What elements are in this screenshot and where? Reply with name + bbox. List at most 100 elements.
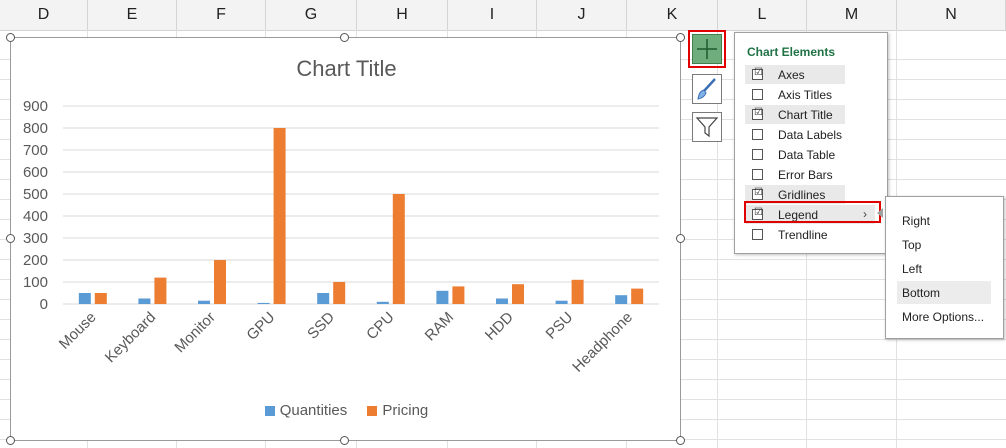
- legend-swatch-quantities: [264, 405, 275, 416]
- legend-item-highlight: [744, 201, 881, 223]
- column-header-m[interactable]: M: [807, 0, 897, 30]
- x-tick-label-psu: PSU: [543, 309, 577, 343]
- column-header-e[interactable]: E: [88, 0, 177, 30]
- axes-checkbox[interactable]: ☑: [752, 67, 763, 80]
- column-header-h[interactable]: H: [357, 0, 448, 30]
- axes-label: Axes: [778, 68, 805, 82]
- trendline-label: Trendline: [778, 228, 828, 242]
- resize-handle-middle-left[interactable]: [6, 234, 15, 243]
- bar-quantities-cpu: [376, 301, 389, 304]
- resize-handle-middle-right[interactable]: [676, 234, 685, 243]
- chart-element-axis-titles[interactable]: Axis Titles: [745, 85, 845, 104]
- resize-handle-bottom-center[interactable]: [340, 436, 349, 445]
- chart-elements-button[interactable]: [692, 34, 722, 64]
- x-tick-label-mouse: Mouse: [56, 309, 100, 353]
- gridlines-checkbox[interactable]: ☑: [752, 187, 763, 200]
- chart-element-data-table[interactable]: Data Table: [745, 145, 845, 164]
- legend-item-quantities[interactable]: Quantities: [264, 402, 348, 419]
- paintbrush-icon: [697, 78, 716, 100]
- bar-pricing-headphone: [631, 288, 644, 304]
- resize-handle-top-right[interactable]: [676, 33, 685, 42]
- bar-quantities-ssd: [317, 293, 330, 304]
- chart-element-error-bars[interactable]: Error Bars: [745, 165, 845, 184]
- bar-pricing-psu: [571, 279, 584, 304]
- data-table-checkbox[interactable]: [752, 149, 763, 160]
- plus-icon: [697, 39, 717, 59]
- legend-option-more-options[interactable]: More Options...: [897, 305, 991, 328]
- legend-option-left[interactable]: Left: [897, 257, 991, 280]
- legend-label-quantities: Quantities: [279, 402, 348, 419]
- legend-label-pricing: Pricing: [382, 402, 429, 419]
- bar-pricing-cpu: [392, 194, 405, 304]
- trendline-checkbox[interactable]: [752, 229, 763, 240]
- y-tick-label-0: 0: [40, 296, 48, 313]
- bar-pricing-ram: [452, 286, 465, 304]
- chart-styles-button[interactable]: [692, 74, 722, 104]
- axis-titles-checkbox[interactable]: [752, 89, 763, 100]
- chart-element-data-labels[interactable]: Data Labels: [745, 125, 845, 144]
- x-tick-label-gpu: GPU: [243, 309, 278, 344]
- bar-quantities-keyboard: [138, 298, 151, 304]
- data-labels-label: Data Labels: [778, 128, 843, 142]
- column-header-f[interactable]: F: [177, 0, 266, 30]
- x-tick-label-ssd: SSD: [304, 309, 338, 343]
- column-header-i[interactable]: I: [448, 0, 537, 30]
- gridlines-label: Gridlines: [778, 188, 826, 202]
- bar-quantities-hdd: [496, 298, 508, 304]
- column-header-j[interactable]: J: [537, 0, 627, 30]
- axis-titles-label: Axis Titles: [778, 88, 833, 102]
- y-tick-label-500: 500: [23, 186, 48, 203]
- column-header-g[interactable]: G: [266, 0, 357, 30]
- column-header-l[interactable]: L: [718, 0, 807, 30]
- y-tick-label-600: 600: [23, 164, 48, 181]
- error-bars-checkbox[interactable]: [752, 169, 763, 180]
- y-tick-label-400: 400: [23, 208, 48, 225]
- x-tick-label-monitor: Monitor: [171, 309, 218, 356]
- chart-element-trendline[interactable]: Trendline: [745, 225, 845, 244]
- legend-swatch-pricing: [367, 405, 378, 416]
- resize-handle-bottom-left[interactable]: [6, 436, 15, 445]
- resize-handle-top-center[interactable]: [340, 33, 349, 42]
- funnel-icon: [695, 117, 719, 138]
- y-tick-label-900: 900: [23, 98, 48, 115]
- bar-pricing-monitor: [214, 260, 226, 304]
- legend-item-pricing[interactable]: Pricing: [367, 402, 428, 419]
- bar-pricing-mouse: [94, 293, 107, 304]
- data-labels-checkbox[interactable]: [752, 129, 763, 140]
- x-tick-label-cpu: CPU: [363, 309, 397, 343]
- chart-plot[interactable]: 0 100 200 300 400 500 600 700 800 900 Mouse Keyboar…: [11, 38, 680, 440]
- error-bars-label: Error Bars: [778, 168, 833, 182]
- bar-quantities-monitor: [198, 300, 210, 304]
- y-tick-label-100: 100: [23, 274, 48, 291]
- legend-option-bottom[interactable]: Bottom: [897, 281, 991, 304]
- bar-quantities-ram: [436, 290, 449, 304]
- legend-option-top[interactable]: Top: [897, 233, 991, 256]
- bar-pricing-gpu: [273, 128, 286, 304]
- chart-elements-title: Chart Elements: [747, 45, 836, 59]
- resize-handle-top-left[interactable]: [6, 33, 15, 42]
- bar-quantities-psu: [555, 300, 568, 304]
- column-header-k[interactable]: K: [627, 0, 718, 30]
- legend-option-right[interactable]: Right: [897, 209, 991, 232]
- column-header-row: D E F G H I J K L M N: [0, 0, 1006, 31]
- x-tick-label-ram: RAM: [422, 309, 458, 345]
- y-tick-label-800: 800: [23, 120, 48, 137]
- y-tick-label-200: 200: [23, 252, 48, 269]
- chart-title-label: Chart Title: [778, 108, 833, 122]
- x-tick-label-keyboard: Keyboard: [102, 309, 159, 366]
- data-table-label: Data Table: [778, 148, 836, 162]
- chart-title-checkbox[interactable]: ☑: [752, 107, 763, 120]
- chart-element-axes[interactable]: ☑ Axes: [745, 65, 845, 84]
- column-header-d[interactable]: D: [0, 0, 88, 30]
- column-header-n[interactable]: N: [897, 0, 1006, 30]
- y-tick-label-700: 700: [23, 142, 48, 159]
- chart-area[interactable]: Chart Title 0 100 200 300 400 500 600 700 800 900…: [10, 37, 681, 441]
- resize-handle-bottom-right[interactable]: [676, 436, 685, 445]
- chart-element-chart-title[interactable]: ☑ Chart Title: [745, 105, 845, 124]
- bar-pricing-hdd: [512, 284, 524, 304]
- x-tick-label-hdd: HDD: [482, 309, 517, 344]
- y-tick-label-300: 300: [23, 230, 48, 247]
- chart-filters-button[interactable]: [692, 112, 722, 142]
- chart-legend[interactable]: Quantities Pricing: [11, 402, 682, 420]
- bar-quantities-gpu: [257, 302, 270, 304]
